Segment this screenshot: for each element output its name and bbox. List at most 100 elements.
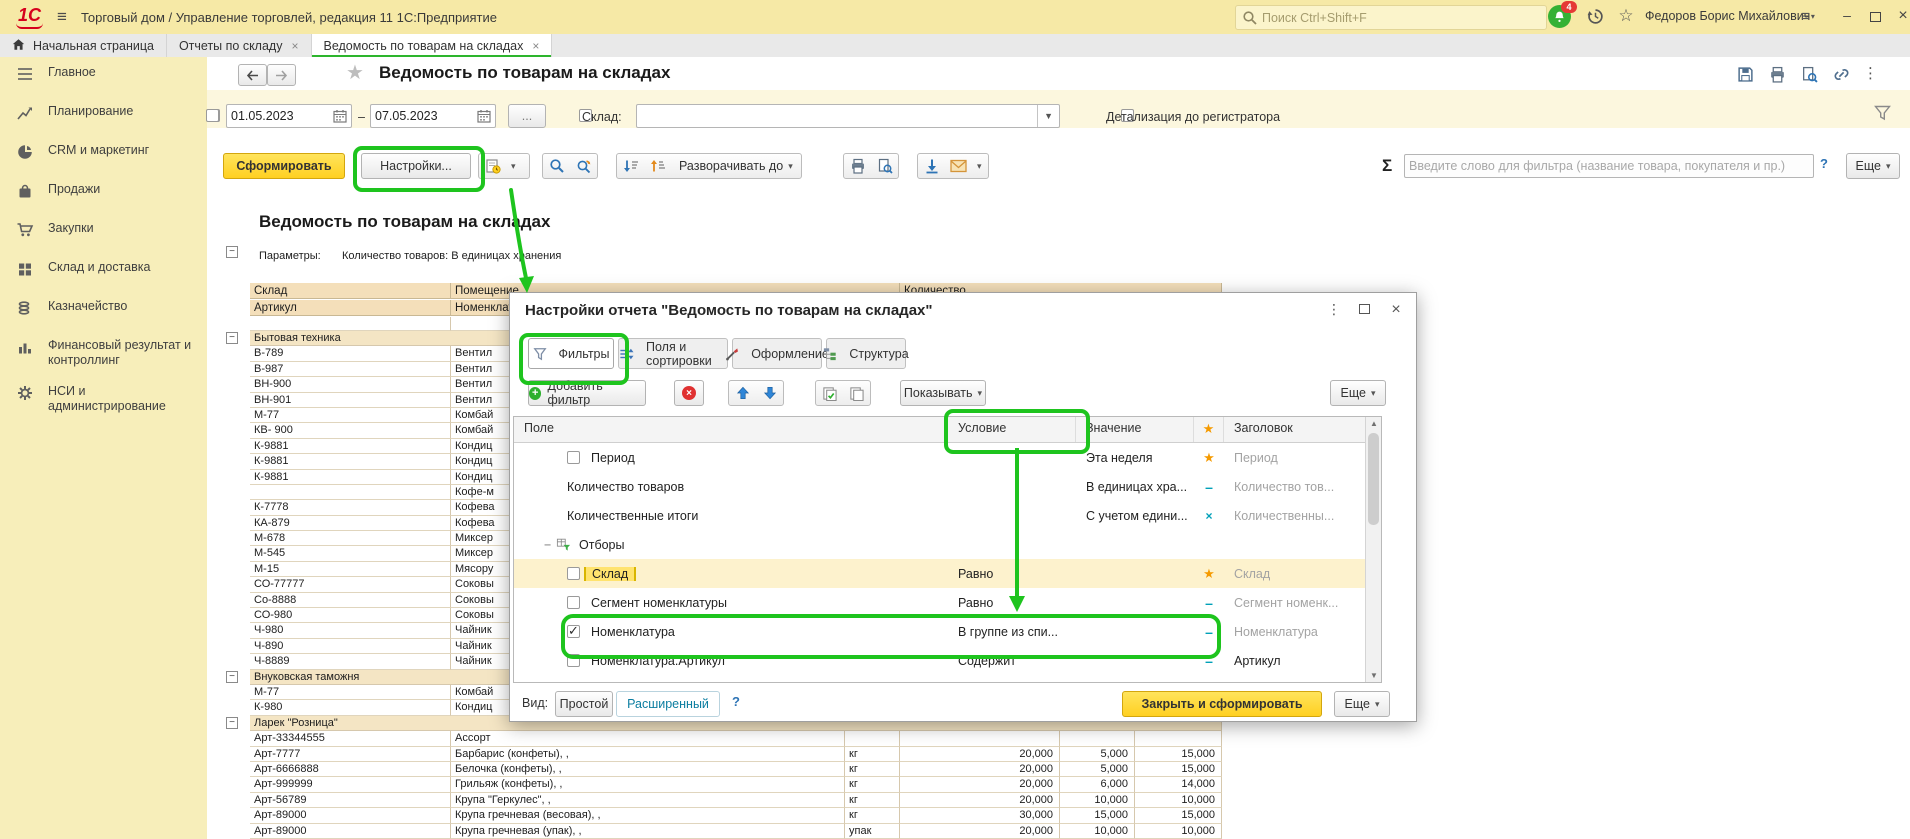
filter-row[interactable]: ПериодЭта неделя★Период xyxy=(514,443,1381,472)
collapse-group-icon[interactable]: − xyxy=(226,246,238,258)
settings-button[interactable]: Настройки... xyxy=(361,153,471,179)
flag-dash-icon[interactable]: – xyxy=(1205,624,1213,640)
view-advanced-button[interactable]: Расширенный xyxy=(616,691,720,717)
flag-dash-icon[interactable]: – xyxy=(1205,653,1213,669)
filter-row[interactable]: Сегмент номенклатурыРавно–Сегмент номенк… xyxy=(514,588,1381,617)
collapse-group-icon[interactable]: − xyxy=(226,717,238,729)
sidebar-item-main[interactable]: Главное xyxy=(0,57,207,96)
dialog-help-button[interactable]: ? xyxy=(732,694,740,709)
global-search[interactable] xyxy=(1235,5,1547,30)
combo-dropdown-icon[interactable]: ▼ xyxy=(1037,105,1059,127)
report-row[interactable]: Арт-89000Крупа гречневая (весовая), ,кг3… xyxy=(250,808,1222,823)
tab-close-icon[interactable]: × xyxy=(532,39,539,53)
scroll-down-icon[interactable]: ▼ xyxy=(1366,671,1382,680)
date-from-input[interactable] xyxy=(227,109,333,123)
view-simple-button[interactable]: Простой xyxy=(555,691,613,717)
col-field[interactable]: Поле xyxy=(514,417,948,442)
collapse-icon[interactable]: − xyxy=(544,538,556,552)
autosum-sigma[interactable]: Σ xyxy=(1382,156,1392,176)
report-row[interactable]: Арт-999999Грильяж (конфеты), ,кг20,0006,… xyxy=(250,777,1222,792)
tab-close-icon[interactable]: × xyxy=(291,39,298,53)
move-down-icon[interactable] xyxy=(756,381,783,405)
sidebar-item-crm[interactable]: CRM и маркетинг xyxy=(0,135,207,174)
quick-filter-field[interactable] xyxy=(1404,154,1814,178)
nav-forward-button[interactable] xyxy=(267,64,296,86)
save-file-icon[interactable] xyxy=(918,154,945,178)
col-flag[interactable]: ★ xyxy=(1194,417,1224,442)
nav-back-button[interactable] xyxy=(238,64,267,86)
print-icon[interactable] xyxy=(1764,62,1791,86)
collapse-group-icon[interactable]: − xyxy=(226,332,238,344)
favorites-star-icon[interactable]: ☆ xyxy=(1615,5,1637,27)
main-menu-icon[interactable]: ≡ xyxy=(57,7,67,27)
flag-dash-icon[interactable]: – xyxy=(1205,595,1213,611)
history-icon[interactable] xyxy=(1584,5,1606,27)
dialog-tab-fields[interactable]: Поля и сортировки xyxy=(618,338,728,369)
print-icon[interactable] xyxy=(844,154,871,178)
calendar-icon[interactable] xyxy=(477,109,491,123)
find-next-icon[interactable] xyxy=(570,154,597,178)
dialog-close-icon[interactable]: × xyxy=(1386,301,1406,319)
report-variant-button[interactable]: ▾ xyxy=(478,153,530,179)
check-all-icon[interactable] xyxy=(816,381,843,405)
show-button[interactable]: Показывать▾ xyxy=(900,380,986,406)
save-icon[interactable] xyxy=(1732,62,1759,86)
close-button[interactable]: × xyxy=(1892,7,1910,25)
user-name[interactable]: Федоров Борис Михайлович xyxy=(1645,9,1810,23)
report-row[interactable]: Арт-33344555Ассорт xyxy=(250,731,1222,746)
move-up-icon[interactable] xyxy=(729,381,756,405)
date-to-input[interactable] xyxy=(371,109,477,123)
warehouse-combo[interactable]: ▼ xyxy=(636,104,1060,128)
date-from-field[interactable] xyxy=(226,104,352,128)
scroll-up-icon[interactable]: ▲ xyxy=(1366,419,1382,428)
dialog-footer-more-button[interactable]: Еще▾ xyxy=(1334,691,1390,717)
period-variants-button[interactable]: ... xyxy=(508,104,546,128)
row-checkbox[interactable] xyxy=(567,625,580,638)
send-email-icon[interactable] xyxy=(945,154,972,178)
row-checkbox[interactable] xyxy=(567,596,580,609)
tab-goods-statement[interactable]: Ведомость по товарам на складах× xyxy=(312,34,553,57)
col-header[interactable]: Заголовок xyxy=(1224,417,1367,442)
report-row[interactable]: Арт-56789Крупа "Геркулес", ,кг20,00010,0… xyxy=(250,793,1222,808)
filter-row[interactable]: СкладРавно★Склад xyxy=(514,559,1381,588)
find-icon[interactable] xyxy=(543,154,570,178)
remove-filter-button[interactable]: × xyxy=(674,380,704,406)
expand-rows-icon[interactable] xyxy=(644,154,671,178)
flag-cross-icon[interactable]: × xyxy=(1205,509,1212,523)
restore-button[interactable] xyxy=(1864,7,1886,23)
report-row[interactable]: Арт-6666888Белочка (конфеты), ,кг20,0005… xyxy=(250,762,1222,777)
dialog-tab-filters[interactable]: Фильтры xyxy=(528,338,614,369)
row-checkbox[interactable] xyxy=(567,451,580,464)
generate-button[interactable]: Сформировать xyxy=(223,153,345,179)
notifications-bell-icon[interactable]: 4 xyxy=(1548,5,1571,28)
flag-dash-icon[interactable]: – xyxy=(1205,479,1213,495)
collapse-group-icon[interactable]: − xyxy=(226,671,238,683)
sidebar-item-purchases[interactable]: Закупки xyxy=(0,213,207,252)
tab-home[interactable]: Начальная страница xyxy=(0,34,167,57)
close-and-generate-button[interactable]: Закрыть и сформировать xyxy=(1122,691,1322,717)
filter-group-row[interactable]: −Отборы xyxy=(514,530,1381,559)
flag-star-icon[interactable]: ★ xyxy=(1203,450,1215,465)
expand-to-button[interactable]: Разворачивать до▾ xyxy=(671,154,801,178)
dialog-tab-appearance[interactable]: Оформление xyxy=(732,338,822,369)
dialog-more-button[interactable]: Еще▾ xyxy=(1330,380,1386,406)
print-preview-icon[interactable] xyxy=(1796,62,1823,86)
tab-warehouse-reports[interactable]: Отчеты по складу× xyxy=(167,34,312,57)
global-search-input[interactable] xyxy=(1260,10,1534,26)
sidebar-item-warehouse[interactable]: Склад и доставка xyxy=(0,252,207,291)
col-condition[interactable]: Условие xyxy=(948,417,1076,442)
date-to-field[interactable] xyxy=(370,104,496,128)
dialog-scrollbar[interactable]: ▲ ▼ xyxy=(1365,417,1381,682)
report-row[interactable]: Арт-89000Крупа гречневая (упак), ,упак20… xyxy=(250,824,1222,839)
dropdown-caret[interactable]: ▾ xyxy=(977,161,982,172)
favorite-star-icon[interactable]: ★ xyxy=(346,60,364,85)
quick-filter-input[interactable] xyxy=(1405,159,1813,173)
report-row[interactable]: Арт-7777Барбарис (конфеты), ,кг20,0005,0… xyxy=(250,747,1222,762)
help-button[interactable]: ? xyxy=(1820,156,1828,171)
calendar-icon[interactable] xyxy=(333,109,347,123)
sidebar-item-finance[interactable]: Финансовый результат и контроллинг xyxy=(0,330,207,376)
more-button[interactable]: Еще▾ xyxy=(1846,153,1900,179)
filter-row[interactable]: Номенклатура.АртикулСодержит–Артикул xyxy=(514,646,1381,675)
minimize-button[interactable]: – xyxy=(1836,7,1858,23)
sidebar-item-admin[interactable]: НСИ и администрирование xyxy=(0,376,207,422)
